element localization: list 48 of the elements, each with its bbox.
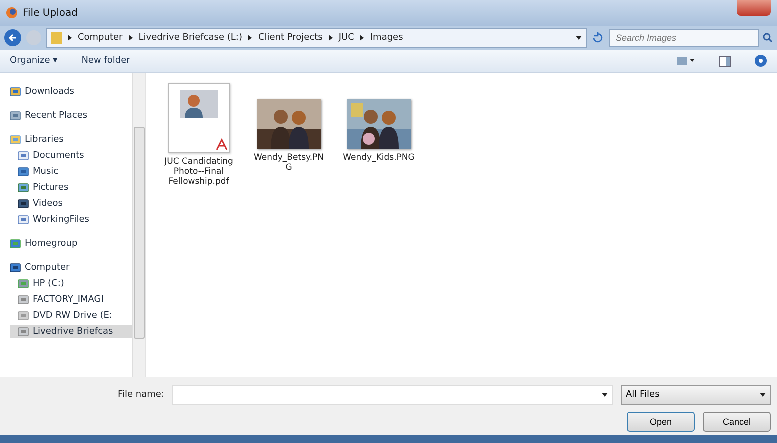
- sidebar-item[interactable]: Documents: [10, 149, 132, 162]
- caret-icon: [602, 393, 608, 397]
- sidebar-item[interactable]: Pictures: [10, 181, 132, 194]
- file-name[interactable]: JUC Candidating Photo--Final Fellowship.pdf: [163, 157, 235, 188]
- sidebar-item[interactable]: Libraries: [10, 133, 132, 146]
- chevron-icon: [360, 35, 364, 41]
- sidebar-item[interactable]: Music: [10, 165, 132, 178]
- open-button[interactable]: Open: [627, 412, 695, 432]
- breadcrumb[interactable]: Computer: [78, 33, 123, 43]
- scrollbar[interactable]: [132, 73, 145, 377]
- file-name[interactable]: Wendy_Betsy.PNG: [253, 153, 325, 174]
- sidebar-item[interactable]: DVD RW Drive (E:: [10, 309, 132, 322]
- address-bar[interactable]: Computer Livedrive Briefcase (L:) Client Projects JUC Images: [46, 28, 587, 48]
- chevron-icon: [128, 35, 133, 41]
- refresh-icon[interactable]: [591, 31, 605, 45]
- file-name[interactable]: Wendy_Kids.PNG: [343, 153, 415, 164]
- window-title: File Upload: [23, 8, 79, 18]
- sidebar-item[interactable]: Videos: [10, 197, 132, 210]
- breadcrumb[interactable]: Client Projects: [258, 33, 323, 43]
- sidebar-item[interactable]: Recent Places: [10, 109, 132, 122]
- sidebar-item[interactable]: Downloads: [10, 85, 132, 98]
- breadcrumb[interactable]: Livedrive Briefcase (L:): [138, 33, 242, 43]
- sidebar-item[interactable]: Computer: [10, 261, 132, 274]
- pdf-thumbnail[interactable]: [168, 83, 230, 153]
- caret-icon: [576, 36, 582, 40]
- search-field[interactable]: Search Images: [609, 29, 759, 47]
- file-type-dropdown[interactable]: All Files: [621, 385, 771, 405]
- chevron-icon: [68, 35, 72, 41]
- sidebar-item[interactable]: HP (C:): [10, 277, 132, 290]
- chevron-icon: [248, 35, 252, 41]
- organize-button[interactable]: Organize ▾: [10, 56, 58, 66]
- chevron-icon: [328, 35, 333, 41]
- breadcrumb[interactable]: Images: [370, 33, 404, 43]
- sidebar-item[interactable]: FACTORY_IMAGI: [10, 293, 132, 306]
- view-icon[interactable]: [677, 56, 695, 66]
- sidebar-item[interactable]: Homegroup: [10, 237, 132, 250]
- preview-pane-icon[interactable]: [719, 56, 731, 66]
- new-folder-button[interactable]: New folder: [82, 56, 130, 66]
- close-button[interactable]: [737, 0, 771, 16]
- sidebar-item[interactable]: WorkingFiles: [10, 213, 132, 226]
- file-name-field[interactable]: [172, 385, 613, 405]
- cancel-button[interactable]: Cancel: [703, 412, 771, 432]
- sidebar-item[interactable]: Livedrive Briefcas: [10, 325, 132, 338]
- caret-icon: [760, 393, 766, 397]
- breadcrumb[interactable]: JUC: [338, 33, 354, 43]
- file-name-label: File name:: [118, 390, 164, 400]
- search-icon[interactable]: [763, 33, 773, 43]
- back-icon[interactable]: [4, 29, 22, 47]
